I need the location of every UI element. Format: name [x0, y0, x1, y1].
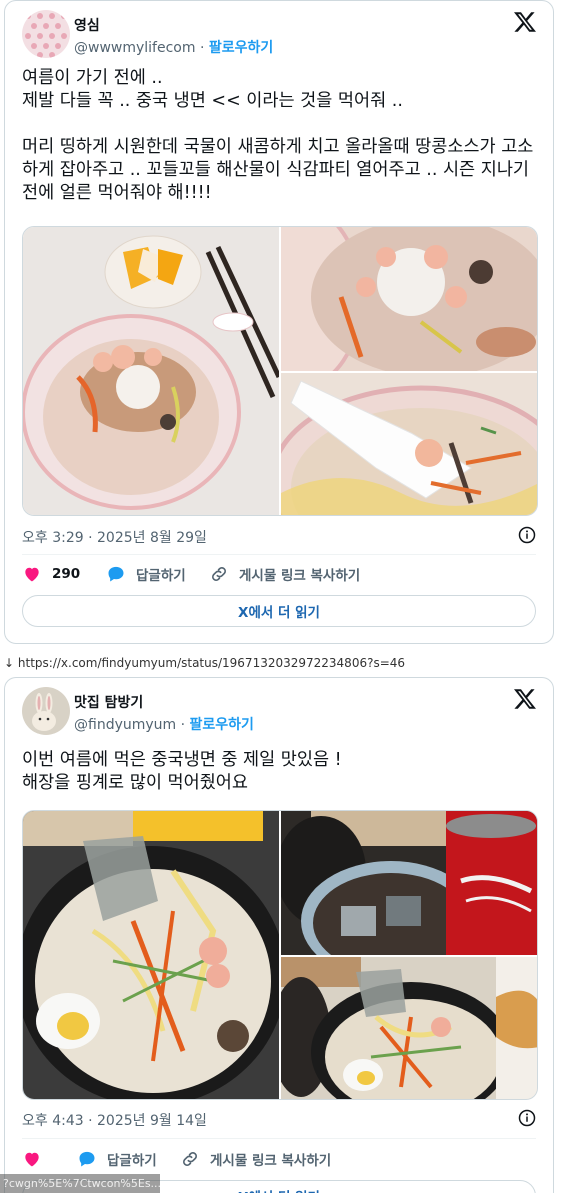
x-logo-icon[interactable]	[513, 10, 537, 34]
follow-button[interactable]: 팔로우하기	[190, 717, 254, 733]
handle-line: @findyumyum · 팔로우하기	[74, 714, 254, 734]
tweet-header: 맛집 탐방기 @findyumyum · 팔로우하기	[22, 687, 537, 737]
reply-bubble-icon	[79, 1151, 95, 1167]
media-grid	[22, 226, 538, 516]
display-name[interactable]: 영심	[74, 15, 100, 35]
separator: ·	[199, 40, 205, 56]
photo-bowl-dumplings[interactable]	[281, 957, 537, 1099]
source-url[interactable]: https://x.com/findyumyum/status/19671320…	[18, 656, 405, 670]
timestamp[interactable]: 오후 4:43 · 2025년 9월 14일	[22, 1110, 207, 1130]
reply-button[interactable]: 답글하기	[77, 1149, 157, 1169]
reply-label: 답글하기	[107, 1153, 157, 1169]
handle-line: @wwwmylifecom · 팔로우하기	[74, 37, 273, 57]
x-logo-icon[interactable]	[513, 687, 537, 711]
info-icon[interactable]	[518, 1109, 536, 1127]
photo-noodle-closeup[interactable]	[281, 227, 537, 371]
action-bar: 답글하기 게시물 링크 복사하기	[22, 1149, 536, 1173]
link-icon	[183, 1152, 197, 1166]
source-link-line: ↓ https://x.com/findyumyum/status/196713…	[4, 656, 405, 670]
separator: ·	[180, 717, 186, 733]
avatar[interactable]	[22, 10, 70, 58]
like-button[interactable]: 290	[22, 564, 80, 584]
tweet-card-2: 맛집 탐방기 @findyumyum · 팔로우하기 이번 여름에 먹은 중국냉…	[4, 677, 554, 1193]
photo-noodle-bowl[interactable]	[23, 811, 279, 1099]
reply-label: 답글하기	[136, 568, 186, 584]
action-bar: 290 답글하기 게시물 링크 복사하기	[22, 564, 536, 588]
status-overlay: ?cwgn%5E%7Ctwcon%5Es...	[0, 1174, 160, 1193]
tweet-card-1: 영심 @wwwmylifecom · 팔로우하기 여름이 가기 전에 .. 제발…	[4, 0, 554, 644]
info-icon[interactable]	[518, 526, 536, 544]
follow-button[interactable]: 팔로우하기	[209, 40, 273, 56]
reply-button[interactable]: 답글하기	[106, 564, 186, 584]
arrow-down-icon: ↓	[4, 656, 15, 670]
photo-noodle-spoon[interactable]	[281, 373, 537, 515]
like-button[interactable]	[22, 1149, 42, 1169]
timestamp[interactable]: 오후 3:29 · 2025년 8월 29일	[22, 527, 207, 547]
photo-noodle-overhead[interactable]	[23, 227, 279, 515]
display-name[interactable]: 맛집 탐방기	[74, 692, 143, 712]
heart-icon	[25, 567, 39, 582]
handle[interactable]: @wwwmylifecom	[74, 40, 196, 56]
tweet-text: 이번 여름에 먹은 중국냉면 중 제일 맛있음 ! 해장을 핑계로 많이 먹어줬…	[22, 750, 342, 793]
avatar[interactable]	[22, 687, 70, 735]
tweet-header: 영심 @wwwmylifecom · 팔로우하기	[22, 10, 537, 60]
photo-drink-coke[interactable]	[281, 811, 537, 955]
copy-link-label: 게시물 링크 복사하기	[210, 1153, 332, 1169]
copy-link-label: 게시물 링크 복사하기	[239, 568, 361, 584]
tweet-text: 여름이 가기 전에 .. 제발 다들 꼭 .. 중국 냉면 << 이라는 것을 …	[22, 68, 534, 203]
divider	[22, 554, 536, 555]
read-more-button[interactable]: X에서 더 읽기	[22, 595, 536, 627]
link-icon	[212, 567, 226, 581]
divider	[22, 1138, 536, 1139]
media-grid	[22, 810, 538, 1100]
like-count: 290	[52, 566, 81, 582]
copy-link-button[interactable]: 게시물 링크 복사하기	[180, 1149, 331, 1169]
heart-icon	[25, 1152, 39, 1167]
handle[interactable]: @findyumyum	[74, 717, 176, 733]
copy-link-button[interactable]: 게시물 링크 복사하기	[209, 564, 360, 584]
reply-bubble-icon	[108, 566, 124, 582]
